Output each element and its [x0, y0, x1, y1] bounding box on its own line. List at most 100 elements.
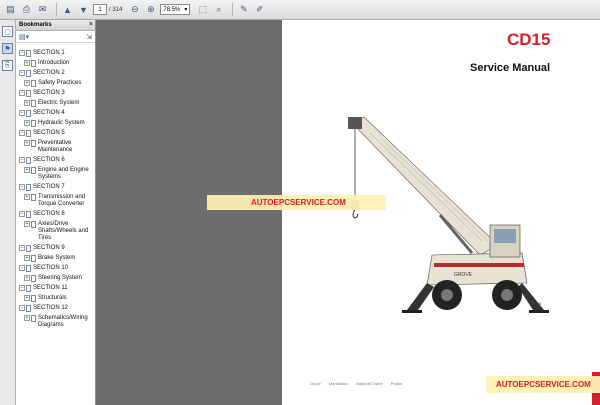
collapse-icon[interactable]: − — [19, 50, 25, 56]
collapse-icon[interactable]: − — [19, 157, 25, 163]
bookmark-subsection[interactable]: + Steering System — [16, 275, 95, 282]
bookmark-section[interactable]: − SECTION 11 — [16, 285, 95, 292]
bookmark-page-icon — [26, 245, 31, 252]
bookmark-subsection[interactable]: + Schematics/Wiring Diagrams — [16, 315, 95, 329]
email-icon[interactable]: ✉ — [36, 3, 49, 16]
bookmark-section[interactable]: − SECTION 5 — [16, 130, 95, 137]
bookmark-subsection[interactable]: + Safety Practices — [16, 80, 95, 87]
collapse-icon[interactable]: − — [19, 110, 25, 116]
expand-icon[interactable]: + — [24, 194, 30, 200]
expand-icon[interactable]: + — [24, 315, 30, 321]
bookmark-subsection[interactable]: + Transmission and Torque Converter — [16, 194, 95, 208]
next-page-icon[interactable]: ▼ — [77, 3, 90, 16]
collapse-icon[interactable]: − — [19, 245, 25, 251]
expand-bookmark-icon[interactable]: ⇲ — [86, 33, 92, 41]
bookmarks-header: Bookmarks × — [16, 20, 95, 31]
bookmark-page-icon — [26, 50, 31, 57]
bookmark-page-icon — [31, 255, 36, 262]
bookmark-label: Structurals — [38, 295, 67, 301]
bookmark-subsection[interactable]: + Introduction — [16, 60, 95, 67]
collapse-icon[interactable]: − — [19, 211, 25, 217]
bookmark-label: Safety Practices — [38, 80, 82, 86]
close-icon[interactable]: × — [89, 20, 93, 30]
outrigger-pad — [402, 310, 422, 313]
bookmark-subsection[interactable]: + Brake System — [16, 255, 95, 262]
bookmark-section[interactable]: − SECTION 10 — [16, 265, 95, 272]
bookmark-subsection[interactable]: + Structurals — [16, 295, 95, 302]
wheel-hub — [441, 289, 453, 301]
prev-page-icon[interactable]: ▲ — [61, 3, 74, 16]
bookmark-subsection[interactable]: + Electric System — [16, 100, 95, 107]
toolbar-separator — [56, 3, 57, 16]
expand-icon[interactable]: + — [24, 295, 30, 301]
collapse-icon[interactable]: − — [19, 305, 25, 311]
bookmark-label: Introduction — [38, 60, 70, 66]
watermark-center: AUTOEPCSERVICE.COM — [207, 195, 386, 210]
bookmark-subsection[interactable]: + Preventative Maintenance — [16, 140, 95, 154]
comment-icon[interactable]: ✎ — [237, 3, 250, 16]
bookmark-page-icon — [31, 100, 36, 107]
bookmark-label: Axles/Drive Shafts/Wheels and Tires — [38, 221, 89, 241]
bookmark-page-icon — [26, 184, 31, 191]
bookmark-subsection[interactable]: + Hydraulic System — [16, 120, 95, 127]
bookmark-label: SECTION 2 — [33, 70, 65, 76]
expand-icon[interactable]: + — [24, 255, 30, 261]
document-viewport[interactable]: CD15 Service Manual GROVE CD15 Grove Man… — [97, 20, 600, 405]
bookmark-subsection[interactable]: + Axles/Drive Shafts/Wheels and Tires — [16, 221, 95, 242]
bookmark-section[interactable]: − SECTION 8 — [16, 211, 95, 218]
crane-body — [426, 252, 528, 286]
bookmark-page-icon — [31, 80, 36, 87]
bookmarks-icon[interactable]: ⚑ — [2, 43, 13, 54]
zoom-in-icon[interactable]: ⊕ — [144, 3, 157, 16]
zoom-select[interactable]: 78.5% ▾ — [160, 4, 191, 15]
bookmark-page-icon — [26, 265, 31, 272]
pdf-page: CD15 Service Manual GROVE CD15 Grove Man… — [282, 20, 600, 405]
expand-icon[interactable]: + — [24, 167, 30, 173]
collapse-icon[interactable]: − — [19, 90, 25, 96]
bookmark-section[interactable]: − SECTION 9 — [16, 245, 95, 252]
collapse-icon[interactable]: − — [19, 184, 25, 190]
collapse-icon[interactable]: − — [19, 130, 25, 136]
fit-page-icon[interactable]: ⬚ — [196, 3, 209, 16]
crane-brand: GROVE — [454, 272, 473, 278]
expand-icon[interactable]: + — [24, 80, 30, 86]
bookmark-page-icon — [31, 194, 36, 201]
expand-icon[interactable]: + — [24, 60, 30, 66]
expand-icon[interactable]: + — [24, 221, 30, 227]
zoom-out-icon[interactable]: ⊖ — [128, 3, 141, 16]
search-icon[interactable]: ⌕ — [212, 3, 225, 16]
attachments-icon[interactable]: ⎘ — [2, 60, 13, 71]
options-menu-icon[interactable]: ▤▾ — [19, 33, 29, 41]
highlight-icon[interactable]: ✐ — [253, 3, 266, 16]
bookmark-page-icon — [31, 60, 36, 67]
expand-icon[interactable]: + — [24, 120, 30, 126]
collapse-icon[interactable]: − — [19, 70, 25, 76]
bookmark-page-icon — [31, 295, 36, 302]
pages-icon[interactable]: ▢ — [2, 26, 13, 37]
page-number-input[interactable]: 1 — [93, 4, 107, 15]
bookmark-section[interactable]: − SECTION 12 — [16, 305, 95, 312]
bookmarks-title: Bookmarks — [19, 22, 52, 28]
open-icon[interactable]: ▤ — [4, 3, 17, 16]
bookmark-page-icon — [26, 130, 31, 137]
toolbar-separator — [232, 3, 234, 16]
bookmarks-panel: Bookmarks × ▤▾ ⇲ − SECTION 1 + Introduction… — [16, 20, 96, 405]
bookmark-subsection[interactable]: + Engine and Engine Systems — [16, 167, 95, 181]
bookmark-section[interactable]: − SECTION 1 — [16, 50, 95, 57]
expand-icon[interactable]: + — [24, 100, 30, 106]
collapse-icon[interactable]: − — [19, 265, 25, 271]
bookmark-section[interactable]: − SECTION 4 — [16, 110, 95, 117]
manual-title: Service Manual — [470, 62, 551, 74]
bookmark-page-icon — [26, 90, 31, 97]
expand-icon[interactable]: + — [24, 275, 30, 281]
bookmark-section[interactable]: − SECTION 7 — [16, 184, 95, 191]
bookmark-label: SECTION 11 — [33, 285, 68, 291]
collapse-icon[interactable]: − — [19, 285, 25, 291]
print-icon[interactable]: ⎙ — [20, 3, 33, 16]
bookmark-section[interactable]: − SECTION 3 — [16, 90, 95, 97]
bookmark-section[interactable]: − SECTION 2 — [16, 70, 95, 77]
bookmark-section[interactable]: − SECTION 6 — [16, 157, 95, 164]
brand-footer: Grove Manitowoc National Crane Potain — [310, 381, 402, 386]
expand-icon[interactable]: + — [24, 140, 30, 146]
bookmark-page-icon — [26, 211, 31, 218]
